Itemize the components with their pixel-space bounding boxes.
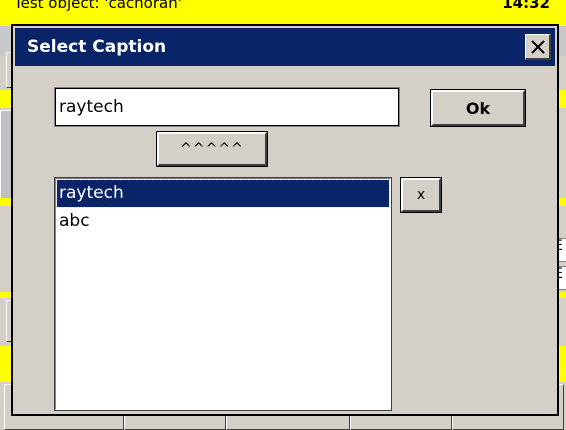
dialog-titlebar: Select Caption bbox=[15, 28, 555, 66]
ok-button[interactable]: Ok bbox=[430, 89, 526, 127]
close-button[interactable] bbox=[525, 34, 551, 60]
move-up-button[interactable]: ^^^^^ bbox=[156, 131, 268, 167]
app-titlebar: Test object: 'cachoran' 14:32 bbox=[0, 0, 566, 26]
delete-caption-button[interactable]: x bbox=[400, 177, 442, 213]
dialog-title: Select Caption bbox=[27, 37, 167, 57]
clock: 14:32 bbox=[502, 0, 550, 12]
caption-list[interactable]: raytech abc bbox=[54, 177, 392, 411]
select-caption-dialog: Select Caption raytech Ok ^^^^^ raytech … bbox=[11, 24, 559, 416]
close-icon bbox=[530, 39, 545, 54]
list-item[interactable]: abc bbox=[57, 208, 389, 235]
list-item[interactable]: raytech bbox=[56, 179, 390, 208]
caption-input[interactable]: raytech bbox=[54, 87, 400, 127]
app-title: Test object: 'cachoran' bbox=[14, 0, 182, 12]
